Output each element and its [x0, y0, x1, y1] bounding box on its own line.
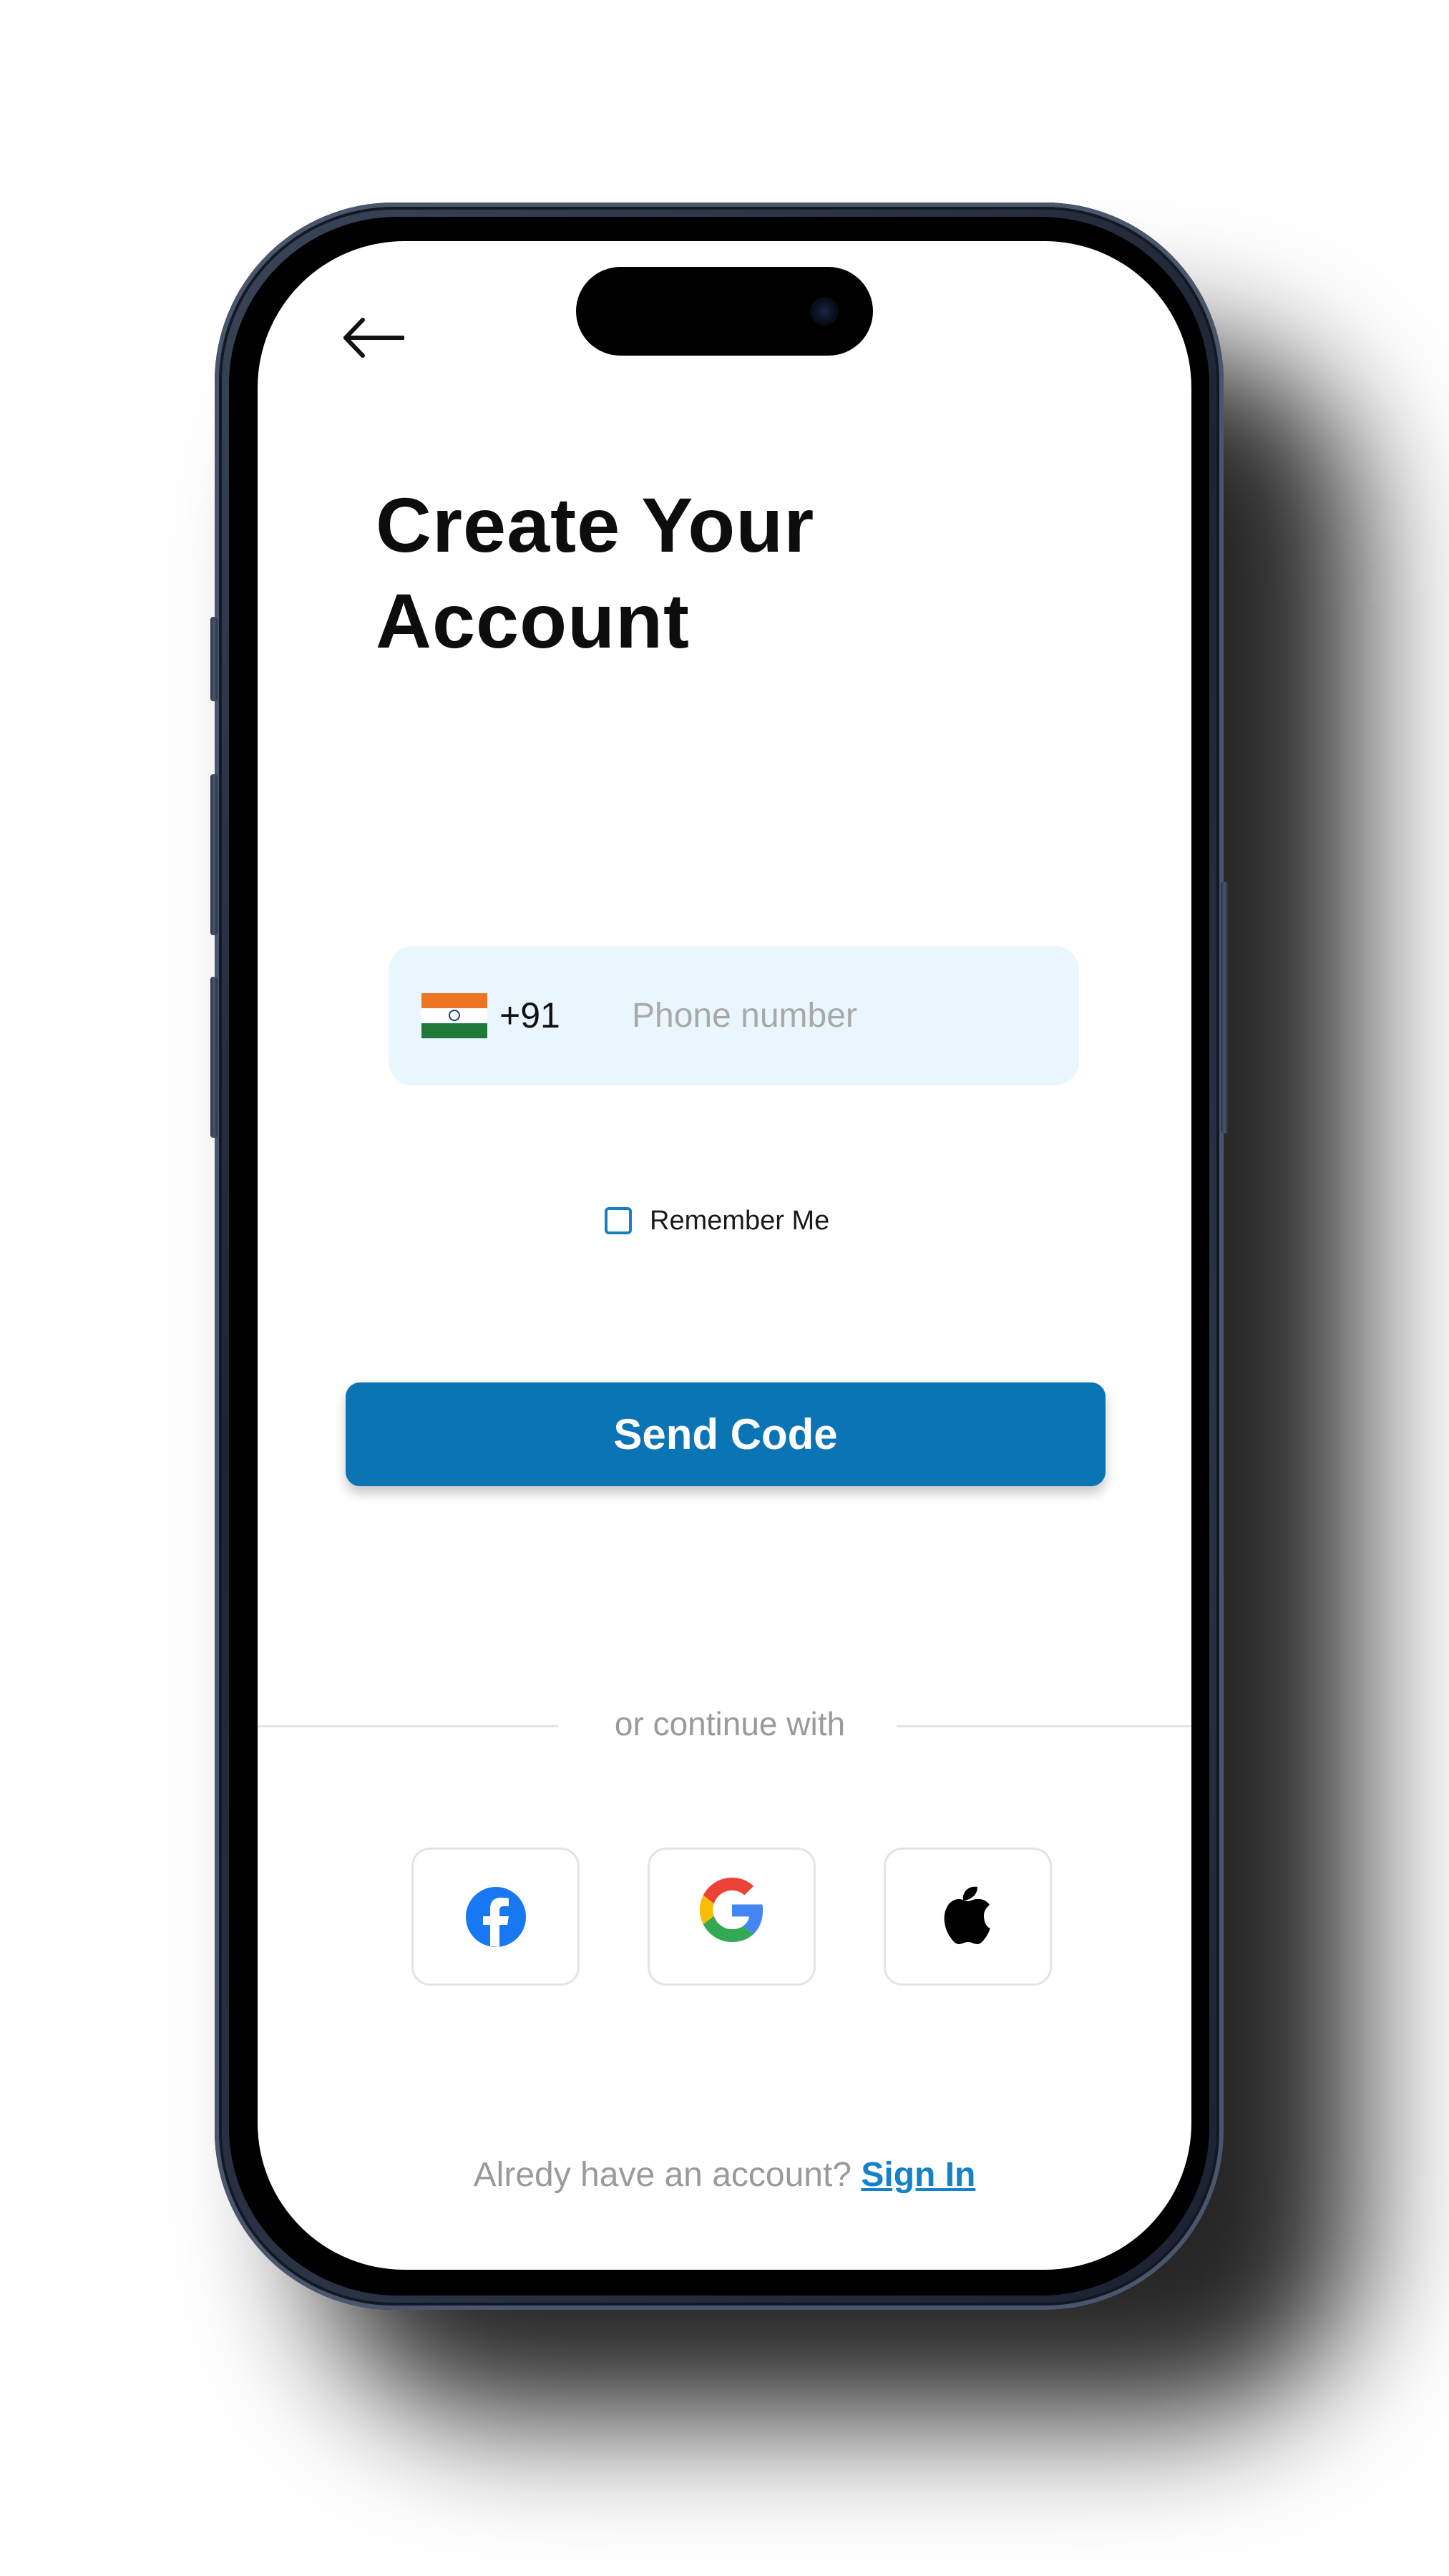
page-title: Create Your Account — [376, 477, 1020, 669]
remember-me-label[interactable]: Remember Me — [650, 1203, 829, 1239]
front-camera-icon — [810, 297, 839, 326]
power-button — [1221, 882, 1228, 1133]
volume-up-button — [210, 774, 218, 935]
back-arrow-icon[interactable] — [340, 313, 404, 363]
footer-prompt: Alredy have an account? — [473, 2156, 852, 2194]
facebook-login-button[interactable] — [411, 1848, 580, 1986]
facebook-icon — [465, 1886, 526, 1947]
google-login-button[interactable] — [648, 1848, 816, 1986]
footer-signin: Alredy have an account? Sign In — [258, 2150, 1191, 2200]
phone-number-field: +91 — [389, 946, 1079, 1085]
volume-down-button — [210, 977, 218, 1138]
action-button — [210, 617, 218, 701]
apple-login-button[interactable] — [884, 1848, 1052, 1986]
divider-line-left — [258, 1725, 558, 1727]
page-title-line-2: Account — [376, 577, 690, 664]
divider-line-right — [897, 1725, 1191, 1727]
remember-me-checkbox[interactable] — [605, 1207, 632, 1234]
page-title-line-1: Create Your — [376, 482, 815, 568]
phone-number-input[interactable] — [632, 983, 1047, 1048]
mockup-canvas: Create Your Account +91 Remember Me Send… — [0, 0, 1449, 2576]
country-code[interactable]: +91 — [499, 990, 560, 1040]
dynamic-island — [576, 267, 873, 356]
india-flag-icon[interactable] — [421, 993, 487, 1038]
apple-icon — [944, 1886, 990, 1944]
sign-in-link[interactable]: Sign In — [861, 2156, 975, 2194]
send-code-button[interactable]: Send Code — [346, 1382, 1106, 1486]
app-screen: Create Your Account +91 Remember Me Send… — [258, 241, 1191, 2270]
google-icon — [699, 1877, 763, 1942]
divider-text: or continue with — [614, 1705, 846, 1742]
